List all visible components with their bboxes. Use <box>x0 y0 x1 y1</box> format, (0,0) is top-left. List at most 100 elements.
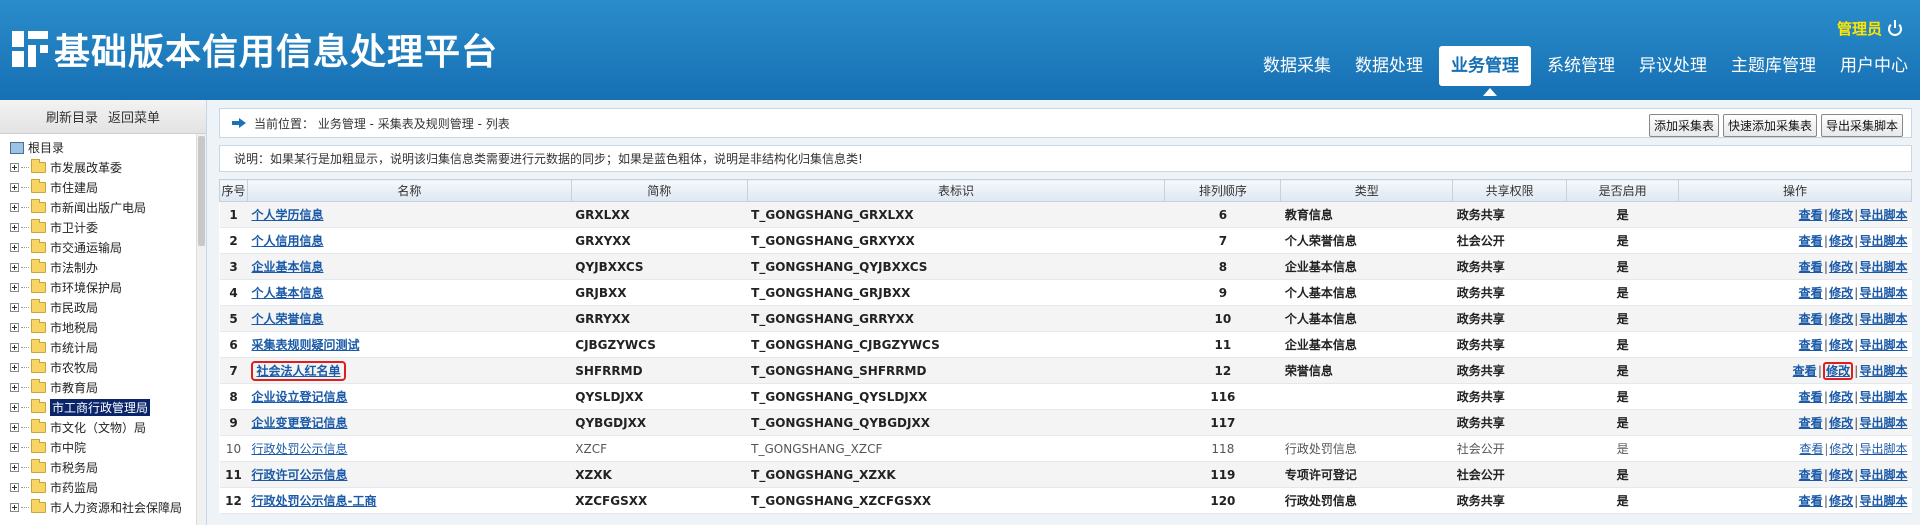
row-name-link[interactable]: 行政处罚公示信息 <box>251 442 347 456</box>
row-name-link[interactable]: 个人信用信息 <box>251 234 323 248</box>
row-name-link[interactable]: 个人基本信息 <box>251 286 323 300</box>
refresh-directory-button[interactable]: 刷新目录 <box>46 107 98 126</box>
power-icon[interactable] <box>1888 19 1902 36</box>
view-link[interactable]: 查看 <box>1799 312 1823 326</box>
export-script-link[interactable]: 导出脚本 <box>1859 260 1907 274</box>
tree-item[interactable]: 市卫计委 <box>10 217 206 237</box>
row-name-link[interactable]: 个人荣誉信息 <box>251 312 323 326</box>
nav-item-5[interactable]: 主题库管理 <box>1719 46 1828 86</box>
tree-item[interactable]: 市新闻出版广电局 <box>10 197 206 217</box>
back-menu-button[interactable]: 返回菜单 <box>108 107 160 126</box>
edit-link[interactable]: 修改 <box>1829 208 1853 222</box>
expand-icon[interactable] <box>10 362 19 372</box>
nav-item-3[interactable]: 系统管理 <box>1535 46 1627 86</box>
export-script-link[interactable]: 导出脚本 <box>1859 416 1907 430</box>
row-name-link[interactable]: 社会法人红名单 <box>251 361 346 381</box>
expand-icon[interactable] <box>10 242 19 252</box>
edit-link[interactable]: 修改 <box>1829 338 1853 352</box>
tree-item[interactable]: 市药监局 <box>10 477 206 497</box>
expand-icon[interactable] <box>10 162 19 172</box>
export-script-link[interactable]: 导出脚本 <box>1859 208 1907 222</box>
view-link[interactable]: 查看 <box>1799 442 1823 456</box>
view-link[interactable]: 查看 <box>1799 338 1823 352</box>
expand-icon[interactable] <box>10 462 19 472</box>
export-script-link[interactable]: 导出脚本 <box>1859 390 1907 404</box>
row-name-link[interactable]: 企业基本信息 <box>251 260 323 274</box>
tree-item[interactable]: 市环境保护局 <box>10 277 206 297</box>
tree-item[interactable]: 市住建局 <box>10 177 206 197</box>
add-table-button[interactable]: 添加采集表 <box>1648 114 1719 137</box>
expand-icon[interactable] <box>10 442 19 452</box>
tree-item[interactable]: 市文化（文物）局 <box>10 417 206 437</box>
edit-link[interactable]: 修改 <box>1829 286 1853 300</box>
export-script-button[interactable]: 导出采集脚本 <box>1820 114 1903 137</box>
expand-icon[interactable] <box>10 322 19 332</box>
tree-root[interactable]: 根目录 <box>10 138 206 157</box>
nav-item-2[interactable]: 业务管理 <box>1439 46 1531 86</box>
view-link[interactable]: 查看 <box>1799 416 1823 430</box>
expand-icon[interactable] <box>10 182 19 192</box>
edit-link[interactable]: 修改 <box>1829 234 1853 248</box>
tree-item[interactable]: 市地税局 <box>10 317 206 337</box>
tree-item[interactable]: 市法制办 <box>10 257 206 277</box>
row-name-link[interactable]: 企业设立登记信息 <box>251 390 347 404</box>
tree-item[interactable]: 市中院 <box>10 437 206 457</box>
export-script-link[interactable]: 导出脚本 <box>1859 494 1907 508</box>
edit-link[interactable]: 修改 <box>1829 494 1853 508</box>
export-script-link[interactable]: 导出脚本 <box>1859 286 1907 300</box>
export-script-link[interactable]: 导出脚本 <box>1859 338 1907 352</box>
edit-link[interactable]: 修改 <box>1829 260 1853 274</box>
view-link[interactable]: 查看 <box>1799 468 1823 482</box>
expand-icon[interactable] <box>10 402 19 412</box>
edit-link[interactable]: 修改 <box>1829 390 1853 404</box>
expand-icon[interactable] <box>10 262 19 272</box>
expand-icon[interactable] <box>10 382 19 392</box>
tree-item[interactable]: 市税务局 <box>10 457 206 477</box>
edit-link[interactable]: 修改 <box>1823 362 1854 380</box>
row-name-link[interactable]: 行政许可公示信息 <box>251 468 347 482</box>
export-script-link[interactable]: 导出脚本 <box>1859 234 1907 248</box>
expand-icon[interactable] <box>10 222 19 232</box>
export-script-link[interactable]: 导出脚本 <box>1859 442 1907 456</box>
row-name-link[interactable]: 采集表规则疑问测试 <box>251 338 359 352</box>
expand-icon[interactable] <box>10 422 19 432</box>
edit-link[interactable]: 修改 <box>1829 442 1853 456</box>
expand-icon[interactable] <box>10 482 19 492</box>
row-name-link[interactable]: 企业变更登记信息 <box>251 416 347 430</box>
edit-link[interactable]: 修改 <box>1829 312 1853 326</box>
tree-item[interactable]: 市工商行政管理局 <box>10 397 206 417</box>
view-link[interactable]: 查看 <box>1793 364 1817 378</box>
row-name-link[interactable]: 个人学历信息 <box>251 208 323 222</box>
quick-add-table-button[interactable]: 快速添加采集表 <box>1722 114 1817 137</box>
expand-icon[interactable] <box>10 502 19 512</box>
view-link[interactable]: 查看 <box>1799 234 1823 248</box>
view-link[interactable]: 查看 <box>1799 208 1823 222</box>
nav-item-0[interactable]: 数据采集 <box>1251 46 1343 86</box>
tree-item[interactable]: 市交通运输局 <box>10 237 206 257</box>
nav-item-1[interactable]: 数据处理 <box>1343 46 1435 86</box>
nav-item-6[interactable]: 用户中心 <box>1828 46 1920 86</box>
expand-icon[interactable] <box>10 302 19 312</box>
row-name-link[interactable]: 行政处罚公示信息-工商 <box>251 494 376 508</box>
expand-icon[interactable] <box>10 342 19 352</box>
export-script-link[interactable]: 导出脚本 <box>1859 364 1907 378</box>
tree-item[interactable]: 市农牧局 <box>10 357 206 377</box>
user-name[interactable]: 管理员 <box>1837 18 1882 39</box>
view-link[interactable]: 查看 <box>1799 286 1823 300</box>
tree-item[interactable]: 市统计局 <box>10 337 206 357</box>
edit-link[interactable]: 修改 <box>1829 468 1853 482</box>
tree-item[interactable]: 市人力资源和社会保障局 <box>10 497 206 517</box>
view-link[interactable]: 查看 <box>1799 260 1823 274</box>
tree-item[interactable]: 市教育局 <box>10 377 206 397</box>
tree-item[interactable]: 市民政局 <box>10 297 206 317</box>
view-link[interactable]: 查看 <box>1799 390 1823 404</box>
tree-item[interactable]: 市发展改革委 <box>10 157 206 177</box>
expand-icon[interactable] <box>10 282 19 292</box>
nav-item-4[interactable]: 异议处理 <box>1627 46 1719 86</box>
edit-link[interactable]: 修改 <box>1829 416 1853 430</box>
export-script-link[interactable]: 导出脚本 <box>1859 468 1907 482</box>
view-link[interactable]: 查看 <box>1799 494 1823 508</box>
export-script-link[interactable]: 导出脚本 <box>1859 312 1907 326</box>
expand-icon[interactable] <box>10 202 19 212</box>
sidebar-scrollbar[interactable] <box>196 134 206 525</box>
